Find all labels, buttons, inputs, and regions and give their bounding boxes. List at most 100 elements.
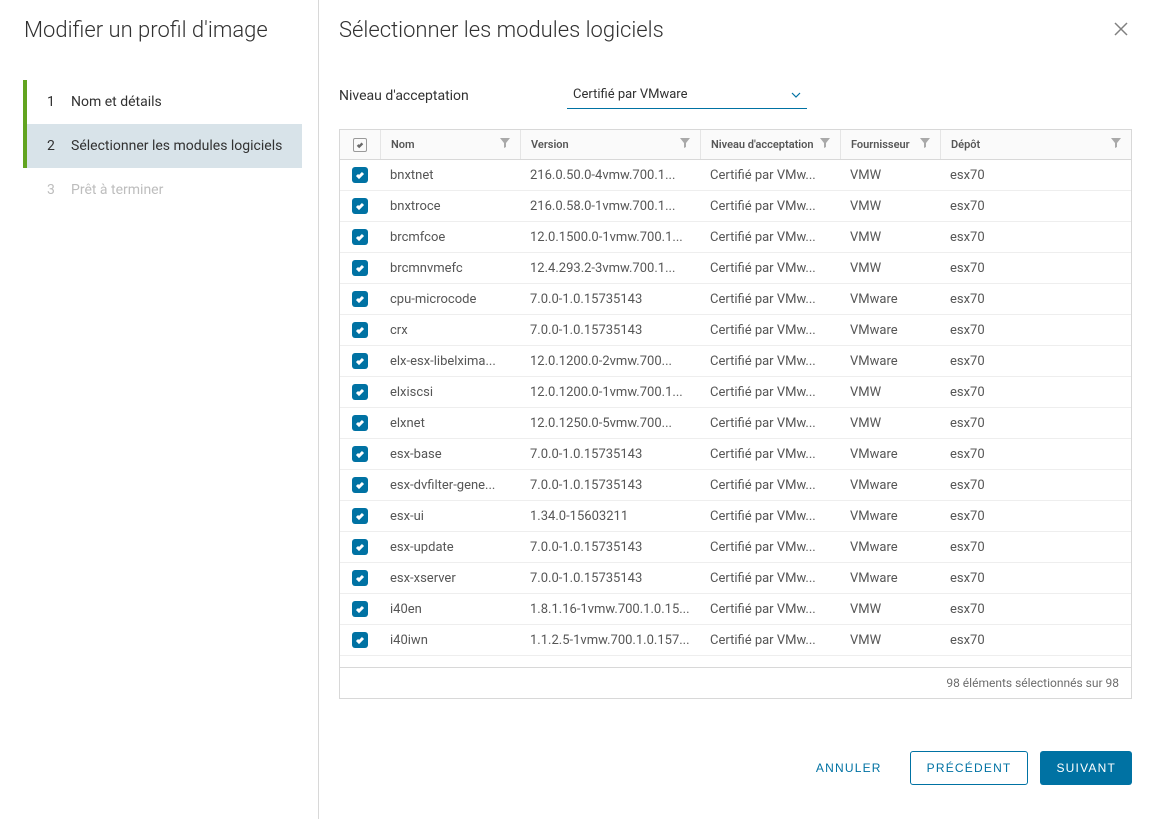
row-checkbox[interactable]: [352, 570, 368, 586]
cell-acceptance: Certifié par VMw...: [700, 571, 840, 586]
table-row[interactable]: esx-ui1.34.0-15603211Certifié par VMw...…: [340, 501, 1131, 532]
wizard-step-1[interactable]: 1 Nom et détails: [23, 80, 302, 124]
row-checkbox[interactable]: [352, 353, 368, 369]
cell-version: 216.0.58.0-1vmw.700.1...: [520, 199, 700, 214]
cell-name: i40en: [380, 602, 520, 617]
cell-name: brcmfcoe: [380, 230, 520, 245]
cell-supplier: VMware: [840, 323, 940, 338]
cell-version: 12.4.293.2-3vmw.700.1...: [520, 261, 700, 276]
cell-supplier: VMW: [840, 633, 940, 648]
cell-acceptance: Certifié par VMw...: [700, 261, 840, 276]
wizard-sidebar: Modifier un profil d'image 1 Nom et déta…: [0, 0, 319, 819]
table-row[interactable]: esx-update7.0.0-1.0.15735143Certifié par…: [340, 532, 1131, 563]
cell-supplier: VMware: [840, 292, 940, 307]
cell-supplier: VMware: [840, 447, 940, 462]
cell-depot: esx70: [940, 571, 1131, 586]
select-all-checkbox[interactable]: [353, 138, 367, 152]
row-checkbox[interactable]: [352, 601, 368, 617]
cell-name: esx-xserver: [380, 571, 520, 586]
cell-version: 216.0.50.0-4vmw.700.1...: [520, 168, 700, 183]
cell-name: bnxtnet: [380, 168, 520, 183]
row-checkbox[interactable]: [352, 632, 368, 648]
main-panel: Sélectionner les modules logiciels Nivea…: [319, 0, 1152, 819]
cell-version: 12.0.1200.0-1vmw.700.1...: [520, 385, 700, 400]
cell-version: 7.0.0-1.0.15735143: [520, 323, 700, 338]
row-checkbox[interactable]: [352, 446, 368, 462]
col-header-depot[interactable]: Dépôt: [940, 130, 1131, 159]
cell-version: 1.1.2.5-1vmw.700.1.0.157...: [520, 633, 700, 648]
cell-supplier: VMware: [840, 571, 940, 586]
table-row[interactable]: cpu-microcode7.0.0-1.0.15735143Certifié …: [340, 284, 1131, 315]
cell-version: 7.0.0-1.0.15735143: [520, 478, 700, 493]
wizard-step-2[interactable]: 2 Sélectionner les modules logiciels: [23, 124, 302, 168]
next-button[interactable]: Suivant: [1040, 751, 1132, 785]
col-header-acceptance[interactable]: Niveau d'acceptation: [700, 130, 840, 159]
step-number: 3: [47, 182, 63, 198]
cell-name: bnxtroce: [380, 199, 520, 214]
row-checkbox[interactable]: [352, 539, 368, 555]
cell-depot: esx70: [940, 633, 1131, 648]
row-checkbox[interactable]: [352, 477, 368, 493]
cell-acceptance: Certifié par VMw...: [700, 323, 840, 338]
filter-icon[interactable]: [680, 138, 690, 151]
cell-depot: esx70: [940, 199, 1131, 214]
page-title: Sélectionner les modules logiciels: [339, 18, 664, 43]
filter-icon[interactable]: [820, 138, 830, 151]
cell-acceptance: Certifié par VMw...: [700, 230, 840, 245]
table-row[interactable]: elxnet12.0.1250.0-5vmw.700...Certifié pa…: [340, 408, 1131, 439]
cell-depot: esx70: [940, 540, 1131, 555]
cancel-button[interactable]: Annuler: [800, 751, 898, 785]
cell-name: i40iwn: [380, 633, 520, 648]
table-row[interactable]: crx7.0.0-1.0.15735143Certifié par VMw...…: [340, 315, 1131, 346]
cell-supplier: VMware: [840, 478, 940, 493]
table-row[interactable]: i40en1.8.1.16-1vmw.700.1.0.15...Certifié…: [340, 594, 1131, 625]
table-row[interactable]: bnxtroce216.0.58.0-1vmw.700.1...Certifié…: [340, 191, 1131, 222]
row-checkbox[interactable]: [352, 322, 368, 338]
chevron-down-icon: [791, 87, 801, 102]
table-row[interactable]: i40iwn1.1.2.5-1vmw.700.1.0.157...Certifi…: [340, 625, 1131, 656]
row-checkbox[interactable]: [352, 384, 368, 400]
table-row[interactable]: esx-xserver7.0.0-1.0.15735143Certifié pa…: [340, 563, 1131, 594]
col-header-supplier[interactable]: Fournisseur: [840, 130, 940, 159]
filter-icon[interactable]: [500, 138, 510, 151]
filter-icon[interactable]: [920, 138, 930, 151]
previous-button[interactable]: Précédent: [910, 751, 1029, 785]
row-checkbox[interactable]: [352, 260, 368, 276]
cell-depot: esx70: [940, 230, 1131, 245]
row-checkbox[interactable]: [352, 229, 368, 245]
wizard-steps: 1 Nom et détails 2 Sélectionner les modu…: [24, 80, 302, 212]
table-row[interactable]: esx-base7.0.0-1.0.15735143Certifié par V…: [340, 439, 1131, 470]
cell-version: 7.0.0-1.0.15735143: [520, 447, 700, 462]
row-checkbox[interactable]: [352, 415, 368, 431]
acceptance-level-label: Niveau d'acceptation: [339, 88, 567, 104]
cell-acceptance: Certifié par VMw...: [700, 509, 840, 524]
step-number: 1: [47, 94, 63, 110]
table-row[interactable]: bnxtnet216.0.50.0-4vmw.700.1...Certifié …: [340, 160, 1131, 191]
cell-name: cpu-microcode: [380, 292, 520, 307]
col-header-name[interactable]: Nom: [380, 130, 520, 159]
cell-depot: esx70: [940, 385, 1131, 400]
table-row[interactable]: esx-dvfilter-gene...7.0.0-1.0.15735143Ce…: [340, 470, 1131, 501]
acceptance-level-select[interactable]: Certifié par VMware: [567, 83, 807, 109]
row-checkbox[interactable]: [352, 508, 368, 524]
table-body[interactable]: bnxtnet216.0.50.0-4vmw.700.1... Certifié …: [340, 160, 1131, 667]
table-row[interactable]: elx-esx-libelxima...12.0.1200.0-2vmw.700…: [340, 346, 1131, 377]
cell-version: 12.0.1200.0-2vmw.700...: [520, 354, 700, 369]
filter-icon[interactable]: [1111, 138, 1121, 151]
cell-supplier: VMW: [840, 385, 940, 400]
row-checkbox[interactable]: [352, 167, 368, 183]
col-header-version[interactable]: Version: [520, 130, 700, 159]
table-row[interactable]: brcmnvmefc12.4.293.2-3vmw.700.1...Certif…: [340, 253, 1131, 284]
cell-supplier: VMW: [840, 261, 940, 276]
cell-name: esx-dvfilter-gene...: [380, 478, 520, 493]
cell-version: 7.0.0-1.0.15735143: [520, 292, 700, 307]
cell-acceptance: Certifié par VMw...: [700, 199, 840, 214]
wizard-title: Modifier un profil d'image: [24, 18, 302, 44]
row-checkbox[interactable]: [352, 198, 368, 214]
row-checkbox[interactable]: [352, 291, 368, 307]
cell-version: 7.0.0-1.0.15735143: [520, 540, 700, 555]
table-row[interactable]: brcmfcoe12.0.1500.0-1vmw.700.1...Certifi…: [340, 222, 1131, 253]
table-header: Nom Version Niveau d'acceptation Fournis…: [340, 130, 1131, 160]
table-row[interactable]: elxiscsi12.0.1200.0-1vmw.700.1...Certifi…: [340, 377, 1131, 408]
close-button[interactable]: [1110, 18, 1132, 40]
